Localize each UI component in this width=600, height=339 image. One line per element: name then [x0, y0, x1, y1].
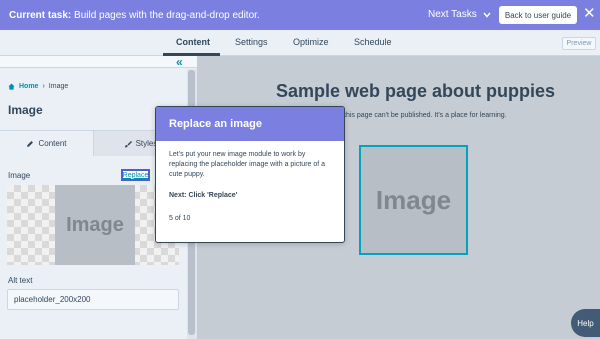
breadcrumb: Home › Image: [8, 83, 68, 90]
preview-subtext: this page can't be published. It's a pla…: [344, 112, 507, 119]
pencil-icon: [27, 140, 34, 147]
preview-image-module[interactable]: Image: [359, 145, 468, 255]
tab-settings[interactable]: Settings: [235, 37, 268, 47]
tooltip-next-step: Next: Click 'Replace': [169, 192, 238, 199]
breadcrumb-home-link[interactable]: Home: [19, 83, 38, 90]
next-tasks-dropdown[interactable]: Next Tasks: [428, 9, 491, 20]
subtab-content-label: Content: [38, 139, 67, 148]
chevron-down-icon: [483, 12, 491, 18]
tooltip-body: Let's put your new image module to work …: [156, 141, 344, 224]
tab-schedule[interactable]: Schedule: [354, 37, 392, 47]
back-to-user-guide-button[interactable]: Back to user guide: [499, 6, 577, 24]
panel-title: Image: [8, 103, 43, 117]
current-task-label: Current task:: [9, 9, 72, 21]
image-thumbnail: Image: [7, 185, 179, 265]
current-task: Current task: Build pages with the drag-…: [9, 10, 260, 21]
subtab-content[interactable]: Content: [0, 131, 93, 156]
tab-optimize[interactable]: Optimize: [293, 37, 329, 47]
image-field-label: Image: [8, 171, 31, 180]
current-task-text: Build pages with the drag-and-drop edito…: [74, 9, 260, 21]
breadcrumb-current: Image: [48, 83, 69, 90]
tooltip-step-count: 5 of 10: [169, 215, 191, 222]
editor-tabs: Content Settings Optimize Schedule Previ…: [0, 30, 600, 56]
help-button[interactable]: Help: [571, 309, 600, 337]
alt-text-input[interactable]: [7, 289, 179, 310]
brush-icon: [124, 140, 132, 147]
home-icon: [8, 83, 15, 90]
preview-button[interactable]: Preview: [562, 37, 596, 50]
task-bar: Current task: Build pages with the drag-…: [0, 0, 600, 30]
sidebar-collapse-bar: «: [0, 55, 197, 69]
collapse-sidebar-icon[interactable]: «: [176, 55, 183, 69]
replace-image-link[interactable]: Replace: [121, 169, 150, 181]
tab-content[interactable]: Content: [176, 37, 210, 47]
image-thumbnail-placeholder: Image: [55, 185, 135, 265]
breadcrumb-separator: ›: [42, 83, 45, 90]
walkthrough-tooltip: Replace an image Let's put your new imag…: [155, 106, 345, 243]
alt-text-label: Alt text: [8, 276, 33, 285]
close-icon[interactable]: ✕: [583, 6, 596, 21]
tooltip-title: Replace an image: [156, 107, 344, 141]
tooltip-description: Let's put your new image module to work …: [169, 151, 326, 178]
preview-heading: Sample web page about puppies: [276, 81, 556, 101]
next-tasks-label: Next Tasks: [428, 9, 477, 20]
